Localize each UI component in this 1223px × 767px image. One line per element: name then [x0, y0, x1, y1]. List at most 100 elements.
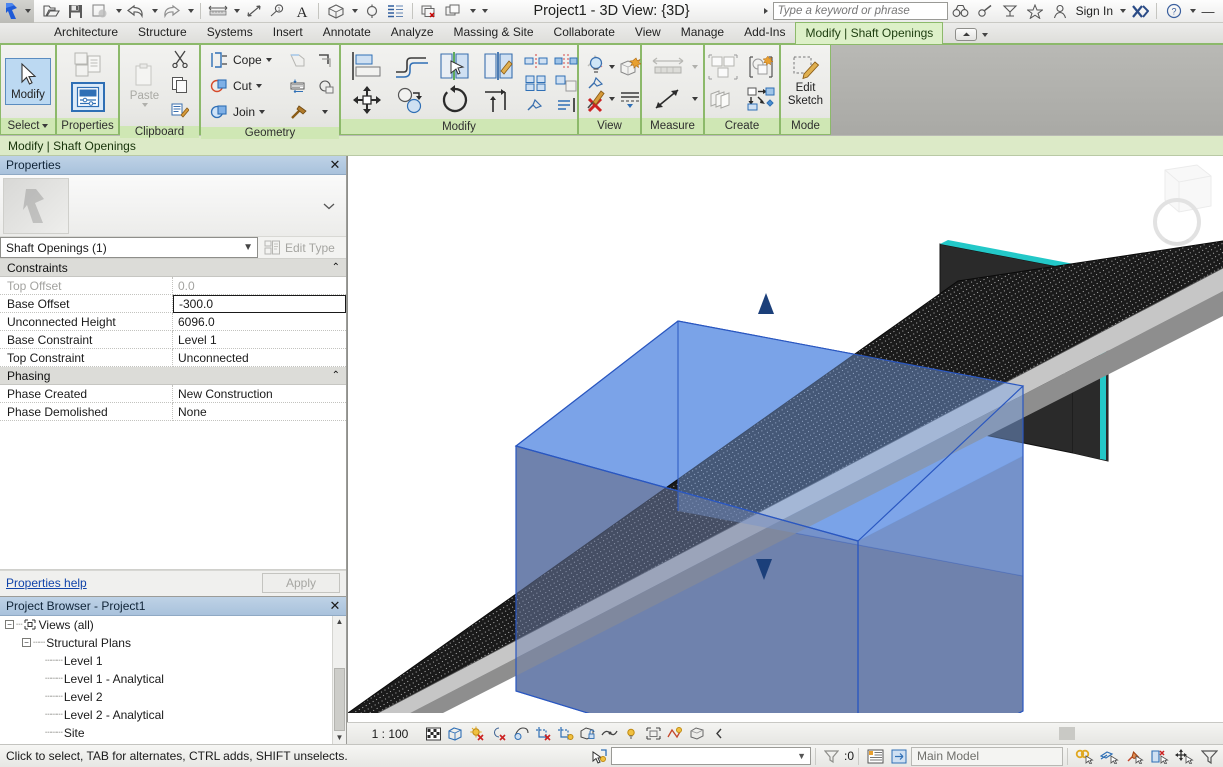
show-crop-region-icon[interactable] [555, 724, 575, 744]
align-icon[interactable] [347, 50, 387, 82]
property-row[interactable]: Phase Demolished None [0, 403, 346, 421]
tab-insert[interactable]: Insert [263, 21, 313, 43]
join-caret[interactable] [259, 110, 266, 114]
move-icon[interactable] [347, 84, 387, 116]
measure-along-element-icon[interactable] [648, 85, 688, 113]
view-cube[interactable] [1137, 162, 1217, 252]
search-binoculars-icon[interactable] [948, 1, 973, 22]
close-hidden-windows-icon[interactable] [418, 1, 441, 22]
undo-icon[interactable] [124, 1, 147, 22]
show-analytical-model-icon[interactable] [665, 724, 685, 744]
tab-collaborate[interactable]: Collaborate [544, 21, 625, 43]
property-group-phasing[interactable]: Phasing ⌃ [0, 367, 346, 385]
select-by-face-icon[interactable] [1147, 746, 1171, 767]
offset-icon[interactable] [391, 50, 431, 82]
thin-lines-icon[interactable] [384, 1, 407, 22]
property-value[interactable]: Unconnected [173, 349, 346, 367]
tab-systems[interactable]: Systems [197, 21, 263, 43]
qat-customize-caret[interactable] [478, 1, 489, 22]
mirror-pick-axis-icon[interactable] [435, 50, 475, 82]
select-links-icon[interactable] [1072, 746, 1096, 767]
editing-request-icon[interactable] [887, 746, 911, 767]
scale-icon[interactable] [553, 73, 579, 93]
ribbon-minimize-control[interactable] [955, 28, 989, 43]
property-row[interactable]: Unconnected Height 6096.0 [0, 313, 346, 331]
split-element-icon[interactable] [523, 51, 549, 71]
scroll-up-icon[interactable]: ▲ [333, 616, 347, 629]
paint-icon[interactable] [585, 85, 607, 113]
unpin-icon[interactable] [523, 95, 549, 115]
revit-logo[interactable] [0, 0, 34, 23]
status-filter-combo[interactable]: ▼ [610, 747, 811, 765]
tree-node-views-all[interactable]: − ┄ Views (all) [0, 616, 346, 634]
tab-manage[interactable]: Manage [671, 21, 734, 43]
reveal-constraints-icon[interactable] [585, 53, 607, 81]
demolish-keyboard-icon[interactable] [286, 74, 312, 99]
copy-icon[interactable] [167, 73, 193, 98]
join-label[interactable]: Join [233, 105, 257, 119]
select-pinned-icon[interactable] [1122, 746, 1146, 767]
tree-node-structural-plans[interactable]: − ┄┄ Structural Plans [0, 634, 346, 652]
property-group-constraints[interactable]: Constraints ⌃ [0, 259, 346, 277]
save-icon[interactable] [64, 1, 87, 22]
panel-select-caret[interactable] [42, 124, 49, 128]
match-type-properties-icon[interactable] [167, 99, 193, 124]
property-value[interactable]: 6096.0 [173, 313, 346, 331]
unlocked-3d-view-icon[interactable] [577, 724, 597, 744]
create-part-icon[interactable] [744, 53, 778, 81]
collapse-chevron-icon[interactable]: ⌃ [332, 370, 340, 381]
visual-style-icon[interactable] [445, 724, 465, 744]
undo-dropdown-caret[interactable] [148, 1, 159, 22]
edit-type-button[interactable]: Edit Type [258, 237, 346, 258]
property-value[interactable]: None [173, 403, 346, 421]
worksets-icon[interactable] [863, 746, 887, 767]
cope-caret[interactable] [265, 58, 272, 62]
project-browser-scrollbar[interactable]: ▲ ▼ [332, 615, 347, 744]
paste-button[interactable]: Paste [124, 60, 165, 110]
expander-icon[interactable]: − [22, 638, 31, 647]
temporary-hide-isolate-icon[interactable] [599, 724, 619, 744]
properties-palette-button[interactable] [70, 82, 105, 112]
chevron-down-icon[interactable]: ▼ [797, 751, 806, 761]
rendering-dialog-icon[interactable] [511, 724, 531, 744]
reveal-constraints-caret[interactable] [609, 64, 615, 69]
type-properties-icon[interactable] [71, 50, 105, 80]
crop-view-off-icon[interactable] [533, 724, 553, 744]
sun-path-off-icon[interactable] [467, 724, 487, 744]
temporary-view-properties-icon[interactable] [643, 724, 663, 744]
cut-clipboard-icon[interactable] [167, 47, 193, 72]
tree-node-level-2-analytical[interactable]: ┄┄┄ Level 2 - Analytical [0, 706, 346, 724]
tree-node-level-1-analytical[interactable]: ┄┄┄ Level 1 - Analytical [0, 670, 346, 688]
property-row[interactable]: Base Constraint Level 1 [0, 331, 346, 349]
tab-view[interactable]: View [625, 21, 671, 43]
rotate-icon[interactable] [435, 84, 475, 116]
create-group-icon[interactable] [706, 53, 740, 81]
property-row[interactable]: Phase Created New Construction [0, 385, 346, 403]
create-assembly-icon[interactable] [706, 85, 740, 113]
text-icon[interactable]: A [290, 1, 313, 22]
save-as-cloud-icon[interactable] [88, 1, 111, 22]
tree-node-level-1[interactable]: ┄┄┄ Level 1 [0, 652, 346, 670]
constraints-icon[interactable] [687, 724, 707, 744]
logo-dropdown-caret[interactable] [25, 9, 31, 13]
properties-help-link[interactable]: Properties help [6, 576, 87, 590]
redo-icon[interactable] [160, 1, 183, 22]
tab-architecture[interactable]: Architecture [44, 21, 128, 43]
properties-expand-caret[interactable] [323, 199, 343, 213]
search-input[interactable]: Type a keyword or phrase [772, 2, 948, 20]
measure-icon[interactable] [206, 1, 229, 22]
redo-dropdown-caret[interactable] [184, 1, 195, 22]
detail-level-icon[interactable] [423, 724, 443, 744]
press-and-drag-icon[interactable] [587, 746, 611, 767]
modify-button[interactable]: Modify [5, 57, 51, 105]
trim-extend-icon[interactable] [479, 84, 519, 116]
cope-label[interactable]: Cope [233, 53, 264, 67]
default-3d-view-icon[interactable] [324, 1, 347, 22]
property-value[interactable]: Level 1 [173, 331, 346, 349]
minimize-button[interactable]: — [1197, 1, 1219, 21]
close-icon[interactable]: ✕ [328, 598, 342, 614]
view-filters-icon[interactable] [619, 85, 641, 113]
paste-caret[interactable] [141, 103, 148, 107]
subscription-icon[interactable] [998, 1, 1023, 22]
measure-between-caret[interactable] [692, 64, 698, 69]
